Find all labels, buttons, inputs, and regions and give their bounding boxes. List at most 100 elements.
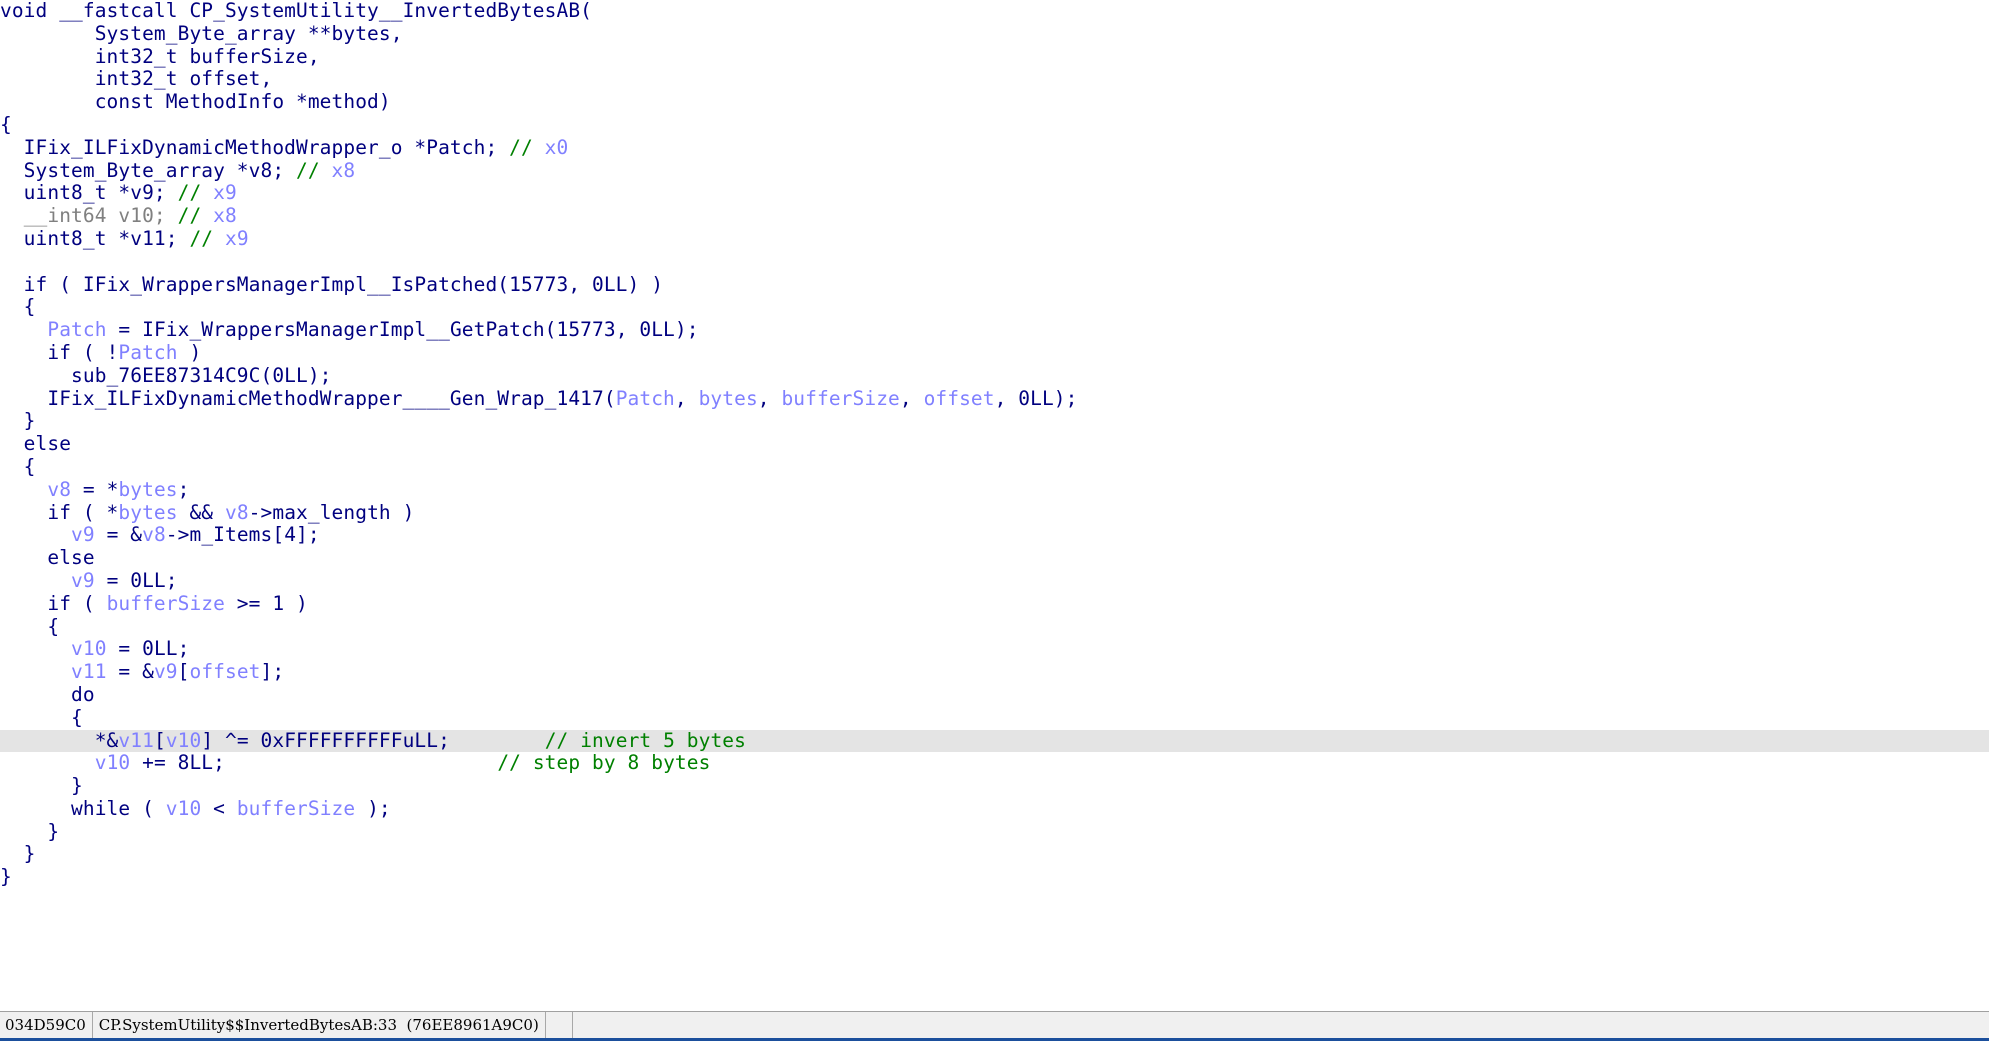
code-token-plain: else xyxy=(0,546,95,570)
code-line[interactable]: if ( !Patch ) xyxy=(0,341,1989,365)
code-line[interactable]: const MethodInfo *method) xyxy=(0,90,1989,114)
code-token-plain: System_Byte_array **bytes, xyxy=(0,21,403,45)
code-line[interactable]: } xyxy=(0,820,1989,844)
code-token-plain: System_Byte_array *v8; xyxy=(0,158,296,182)
code-token-kw: __fastcall xyxy=(59,0,178,22)
code-token-var: bytes xyxy=(698,386,758,410)
code-line[interactable]: v9 = &v8->m_Items[4]; xyxy=(0,523,1989,547)
code-token-plain: } xyxy=(0,409,36,433)
code-line[interactable]: } xyxy=(0,409,1989,433)
code-line[interactable]: Patch = IFix_WrappersManagerImpl__GetPat… xyxy=(0,318,1989,342)
code-line[interactable]: if ( *bytes && v8->max_length ) xyxy=(0,500,1989,525)
code-token-plain: if ( * xyxy=(0,500,119,524)
code-token-cmt: // invert 5 bytes xyxy=(544,728,746,752)
code-token-rcmt: x9 xyxy=(224,226,249,250)
code-token-plain: , xyxy=(899,386,924,410)
code-token-var: v11 xyxy=(118,728,154,752)
code-line[interactable]: while ( v10 < bufferSize ); xyxy=(0,796,1989,821)
pseudocode-window: void __fastcall CP_SystemUtility__Invert… xyxy=(0,0,1989,1041)
status-empty-cell xyxy=(573,1012,1989,1038)
code-token-plain: CP_SystemUtility__InvertedBytesAB( xyxy=(177,0,593,22)
code-token-plain: && xyxy=(177,500,225,524)
code-line[interactable]: } xyxy=(0,865,1989,889)
code-line[interactable]: else xyxy=(0,546,1989,570)
code-token-var: offset xyxy=(189,660,261,684)
code-token-plain: , xyxy=(757,386,782,410)
status-location-cell: CP.SystemUtility$$InvertedBytesAB:33 (76… xyxy=(93,1012,546,1038)
code-line[interactable]: { xyxy=(0,614,1989,639)
code-line[interactable]: void __fastcall CP_SystemUtility__Invert… xyxy=(0,0,1989,23)
code-line[interactable]: *&v11[v10] ^= 0xFFFFFFFFFFuLL; // invert… xyxy=(0,728,1989,753)
code-token-plain: void xyxy=(0,0,60,22)
code-token-plain: { xyxy=(0,614,60,638)
code-line[interactable]: } xyxy=(0,843,1989,866)
pseudocode-code-view[interactable]: void __fastcall CP_SystemUtility__Invert… xyxy=(0,0,1989,1011)
code-token-plain: ->m_Items[4]; xyxy=(165,523,320,547)
code-token-cmt: // xyxy=(189,226,225,250)
code-token-plain: = 0LL; xyxy=(94,568,178,592)
code-line[interactable] xyxy=(0,251,1989,274)
code-token-plain: ; xyxy=(177,477,190,501)
code-token-plain: } xyxy=(0,774,83,798)
code-token-cmt: // xyxy=(177,181,214,205)
code-token-plain: do xyxy=(0,682,95,706)
code-line[interactable]: if ( IFix_WrappersManagerImpl__IsPatched… xyxy=(0,272,1989,297)
code-line[interactable]: v9 = 0LL; xyxy=(0,568,1989,593)
code-line[interactable]: v8 = *bytes; xyxy=(0,477,1989,502)
code-token-plain: < xyxy=(201,796,237,820)
code-token-plain: uint8_t *v9; xyxy=(0,181,178,205)
code-token-plain: [ xyxy=(153,728,166,752)
code-token-rcmt: x0 xyxy=(544,135,569,159)
code-token-var: v10 xyxy=(71,637,107,661)
code-token-var: v9 xyxy=(153,660,178,684)
code-token-plain: { xyxy=(0,295,36,319)
code-line[interactable]: { xyxy=(0,706,1989,730)
code-line[interactable]: do xyxy=(0,682,1989,707)
code-token-plain: while ( xyxy=(0,796,166,820)
code-token-rcmt: x8 xyxy=(331,158,356,182)
code-line[interactable]: if ( bufferSize >= 1 ) xyxy=(0,591,1989,616)
code-token-var: v10 xyxy=(165,728,202,752)
code-token-plain: ] ^= 0xFFFFFFFFFFuLL; xyxy=(201,728,545,752)
code-token-var: v8 xyxy=(224,500,249,524)
code-token-var: v11 xyxy=(71,660,107,684)
code-token-var: v9 xyxy=(71,568,95,592)
code-token-plain: [ xyxy=(177,660,190,684)
code-token-plain: = 0LL; xyxy=(106,637,190,661)
code-token-plain: const MethodInfo *method) xyxy=(0,90,391,114)
code-line[interactable]: int32_t offset, xyxy=(0,67,1989,91)
code-token-var: offset xyxy=(923,386,995,410)
code-token-plain: = & xyxy=(106,660,154,684)
code-line[interactable]: v11 = &v9[offset]; xyxy=(0,660,1989,684)
code-line[interactable]: { xyxy=(0,455,1989,479)
code-line[interactable]: IFix_ILFixDynamicMethodWrapper____Gen_Wr… xyxy=(0,386,1989,411)
code-line[interactable]: uint8_t *v9; // x9 xyxy=(0,181,1989,205)
code-line[interactable]: v10 = 0LL; xyxy=(0,637,1989,661)
code-token-plain: int32_t bufferSize, xyxy=(0,44,320,68)
code-line[interactable]: __int64 v10; // x8 xyxy=(0,204,1989,228)
code-line[interactable]: System_Byte_array *v8; // x8 xyxy=(0,158,1989,183)
code-line[interactable]: v10 += 8LL; // step by 8 bytes xyxy=(0,751,1989,775)
code-line[interactable]: else xyxy=(0,432,1989,456)
code-line[interactable]: IFix_ILFixDynamicMethodWrapper_o *Patch;… xyxy=(0,135,1989,160)
code-token-plain: if ( IFix_WrappersManagerImpl__IsPatched… xyxy=(0,272,664,296)
code-line[interactable]: } xyxy=(0,774,1989,798)
code-token-var: Patch xyxy=(47,318,107,342)
code-token-plain: *& xyxy=(0,728,119,752)
code-line[interactable]: { xyxy=(0,295,1989,319)
code-line[interactable]: uint8_t *v11; // x9 xyxy=(0,226,1989,251)
code-token-plain: if ( xyxy=(0,591,107,615)
status-bar: 034D59C0 CP.SystemUtility$$InvertedBytes… xyxy=(0,1011,1989,1038)
code-token-rcmt: x9 xyxy=(213,181,237,205)
code-line[interactable]: int32_t bufferSize, xyxy=(0,44,1989,69)
code-line[interactable]: sub_76EE87314C9C(0LL); xyxy=(0,364,1989,388)
code-line[interactable]: System_Byte_array **bytes, xyxy=(0,21,1989,46)
code-token-rcmt: x8 xyxy=(213,204,237,228)
code-token-plain: = * xyxy=(71,477,119,501)
code-line[interactable]: { xyxy=(0,113,1989,137)
code-token-utype: __int64 v10; xyxy=(23,204,166,228)
